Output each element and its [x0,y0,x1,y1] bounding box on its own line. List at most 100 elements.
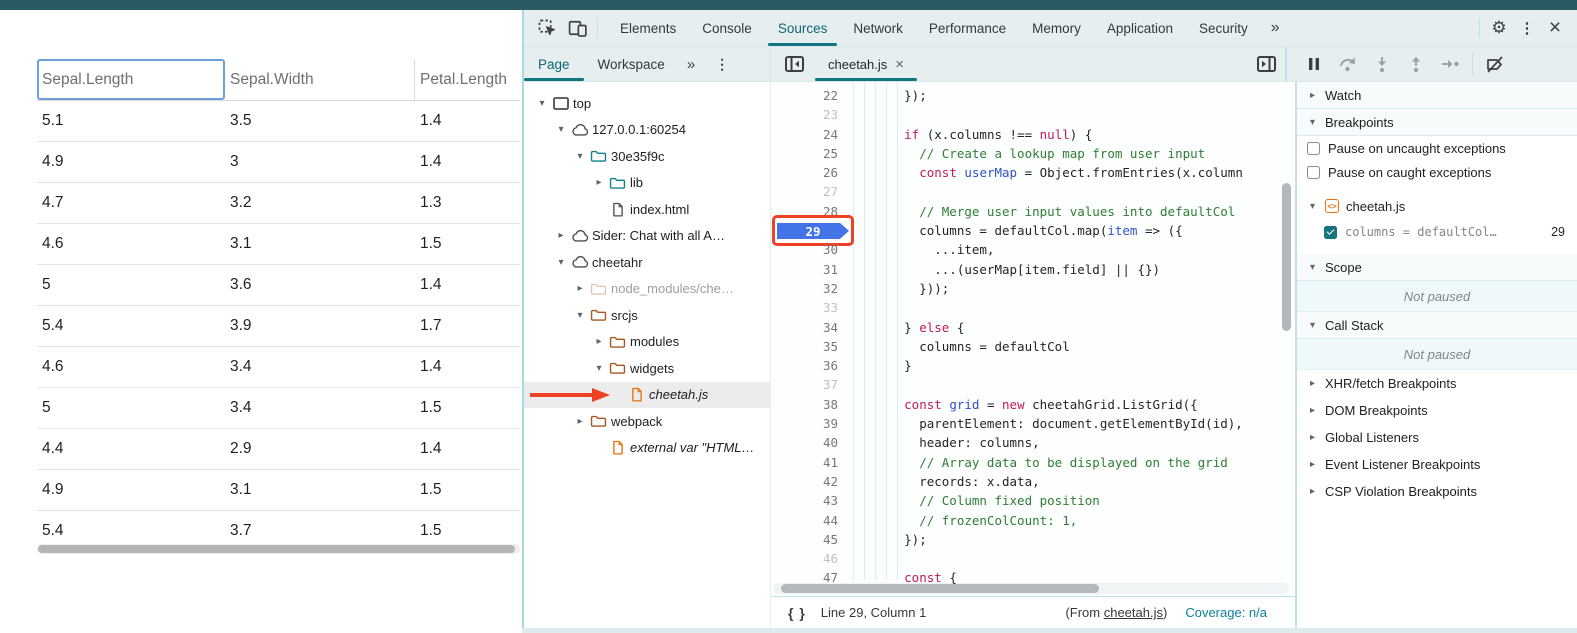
code-line[interactable]: 31 ...(userMap[item.field] || {}) [771,260,1295,279]
code-line[interactable]: 35 columns = defaultCol [771,337,1295,356]
line-number[interactable]: 30 [771,240,847,259]
code-text[interactable]: // Create a lookup map from user input [847,144,1205,163]
grid-cell[interactable]: 1.5 [415,470,520,510]
grid-cell[interactable]: 4.9 [37,142,225,182]
code-line[interactable]: 43 // Column fixed position [771,491,1295,510]
tree-item-index.html[interactable]: index.html [524,196,770,223]
breakpoint-checkbox[interactable] [1324,226,1337,239]
tab-console[interactable]: Console [689,10,765,46]
code-text[interactable]: // Merge user input values into defaultC… [847,202,1235,221]
more-navigator-tabs-chevron-icon[interactable]: » [679,56,703,73]
chevron-right-icon[interactable]: ▸ [553,230,569,241]
code-text[interactable] [847,105,859,124]
settings-gear-icon[interactable]: ⚙ [1485,14,1513,42]
grid-cell[interactable]: 1.3 [415,183,520,223]
tree-item-cheetah.js[interactable]: cheetah.js [524,382,770,409]
step-over-icon[interactable] [1331,50,1365,78]
section-header-breakpoints[interactable]: ▾Breakpoints [1297,109,1577,136]
grid-cell[interactable]: 1.4 [415,429,520,469]
line-number[interactable]: 42 [771,472,847,491]
navigator-menu-icon[interactable]: ⋮ [703,56,741,73]
code-text[interactable]: columns = defaultCol [847,337,1070,356]
code-line[interactable]: 47 const { [771,568,1295,587]
chevron-down-icon[interactable]: ▾ [572,151,588,162]
tree-item-30e35f9c[interactable]: ▾30e35f9c [524,143,770,170]
grid-cell[interactable]: 1.7 [415,306,520,346]
code-line[interactable]: 39 parentElement: document.getElementByI… [771,414,1295,433]
section-header-event-listener-breakpoints[interactable]: ▸Event Listener Breakpoints [1297,451,1577,478]
show-debugger-panel-icon[interactable] [1249,50,1283,78]
grid-cell[interactable]: 1.5 [415,224,520,264]
breakpoint-entry[interactable]: columns = defaultCol…29 [1297,219,1577,245]
devtools-menu-icon[interactable]: ⋮ [1513,14,1541,42]
tree-item-sider-chat-with-all-a-[interactable]: ▸Sider: Chat with all A… [524,223,770,250]
code-line[interactable]: 25 // Create a lookup map from user inpu… [771,144,1295,163]
line-number[interactable]: 27 [771,182,847,201]
tree-item-top[interactable]: ▾top [524,90,770,117]
code-text[interactable]: }); [847,86,927,105]
tab-sources[interactable]: Sources [765,10,841,46]
section-header-dom-breakpoints[interactable]: ▸DOM Breakpoints [1297,397,1577,424]
step-out-icon[interactable] [1399,50,1433,78]
chevron-down-icon[interactable]: ▾ [534,98,550,109]
code-text[interactable]: // frozenColCount: 1, [847,511,1077,530]
pretty-print-icon[interactable]: { } [788,605,806,621]
code-line[interactable]: 46 [771,549,1295,568]
code-line[interactable]: 22 }); [771,86,1295,105]
tab-security[interactable]: Security [1186,10,1261,46]
line-number[interactable]: 40 [771,433,847,452]
code-line[interactable]: 37 [771,375,1295,394]
grid-cell[interactable]: 1.4 [415,142,520,182]
code-text[interactable]: })); [847,279,949,298]
grid-cell[interactable]: 4.9 [37,470,225,510]
tab-performance[interactable]: Performance [916,10,1019,46]
line-number[interactable]: 44 [771,511,847,530]
step-icon[interactable] [1433,50,1467,78]
grid-cell[interactable]: 5.4 [37,306,225,346]
chevron-down-icon[interactable]: ▾ [572,310,588,321]
chevron-right-icon[interactable]: ▸ [591,177,607,188]
code-text[interactable]: records: x.data, [847,472,1040,491]
tab-memory[interactable]: Memory [1019,10,1094,46]
line-number[interactable]: 34 [771,318,847,337]
line-number[interactable]: 31 [771,260,847,279]
line-number[interactable]: 28 [771,202,847,221]
grid-cell[interactable]: 1.5 [415,388,520,428]
line-number[interactable]: 37 [771,375,847,394]
chevron-right-icon[interactable]: ▸ [572,283,588,294]
tree-item-node-modules-che-[interactable]: ▸node_modules/che… [524,276,770,303]
code-text[interactable]: columns = defaultCol.map(item => ({ [847,221,1183,240]
grid-cell[interactable]: 5 [37,265,225,305]
grid-cell[interactable]: 3.1 [225,224,415,264]
line-number[interactable]: 41 [771,453,847,472]
tree-item-lib[interactable]: ▸lib [524,170,770,197]
device-toolbar-icon[interactable] [562,14,592,42]
line-number[interactable]: 47 [771,568,847,587]
code-text[interactable]: const { [847,568,957,587]
line-number[interactable]: 46 [771,549,847,568]
code-text[interactable]: const grid = new cheetahGrid.ListGrid({ [847,395,1198,414]
grid-header-cell[interactable]: Petal.Length [415,59,520,100]
section-header-xhr-fetch-breakpoints[interactable]: ▸XHR/fetch Breakpoints [1297,370,1577,397]
code-text[interactable] [847,375,859,394]
line-number[interactable]: 36 [771,356,847,375]
line-number[interactable]: 39 [771,414,847,433]
grid-cell[interactable]: 5.1 [37,101,225,141]
grid-cell[interactable]: 1.4 [415,265,520,305]
tab-page[interactable]: Page [524,47,584,81]
code-line[interactable]: 28 // Merge user input values into defau… [771,202,1295,221]
grid-cell[interactable]: 4.7 [37,183,225,223]
code-text[interactable] [847,549,859,568]
code-line[interactable]: 24 if (x.columns !== null) { [771,125,1295,144]
code-text[interactable]: if (x.columns !== null) { [847,125,1092,144]
step-into-icon[interactable] [1365,50,1399,78]
section-header-scope[interactable]: ▾Scope [1297,254,1577,281]
line-number[interactable]: 24 [771,125,847,144]
code-text[interactable]: }); [847,530,927,549]
code-line[interactable]: 27 [771,182,1295,201]
code-line[interactable]: 23 [771,105,1295,124]
grid-cell[interactable]: 5 [37,388,225,428]
hide-navigator-panel-icon[interactable] [777,50,811,78]
code-line[interactable]: 33 [771,298,1295,317]
code-text[interactable] [847,298,859,317]
